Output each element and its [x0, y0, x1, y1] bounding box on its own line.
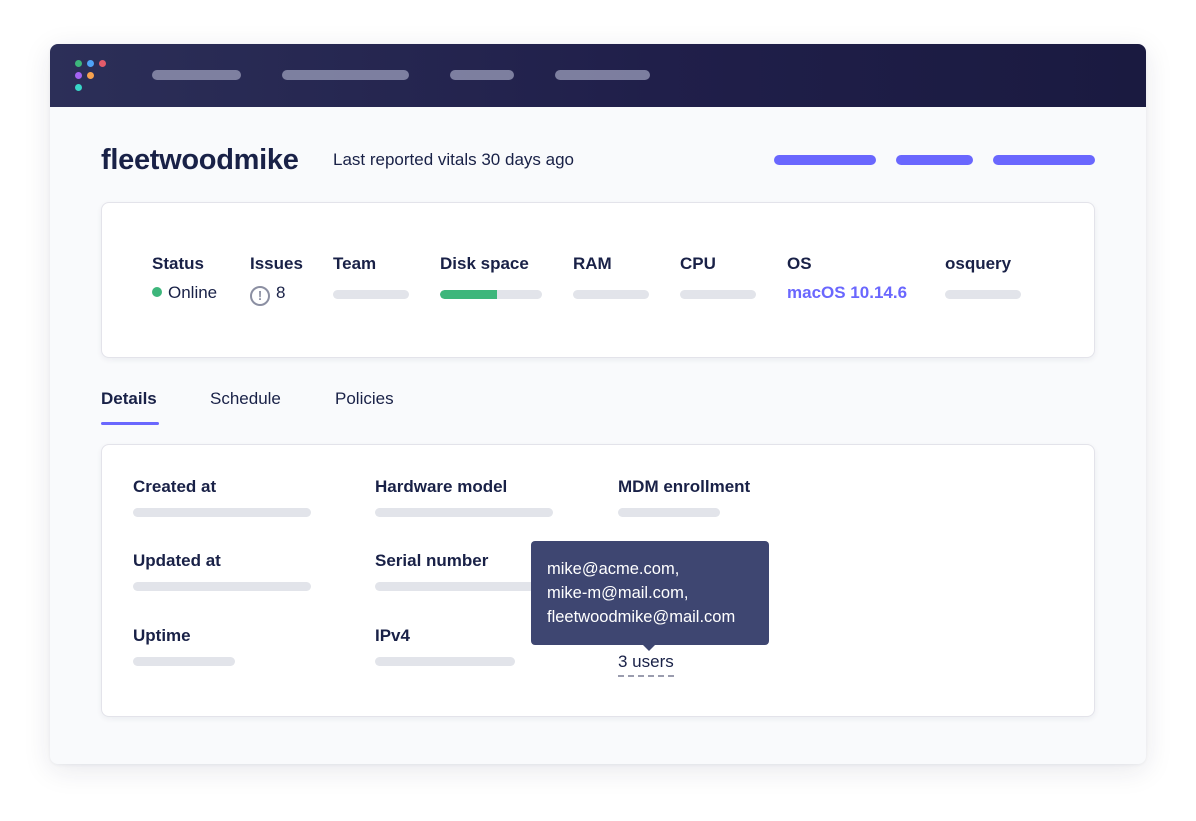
ram-value-placeholder: [573, 290, 649, 299]
top-navigation-bar: [50, 44, 1146, 107]
disk-space-label: Disk space: [440, 254, 529, 273]
mdm-enrollment-label: MDM enrollment: [618, 477, 751, 496]
nav-item-1-placeholder[interactable]: [152, 70, 241, 80]
hardware-model-value-placeholder: [375, 508, 553, 517]
tooltip-arrow: [642, 644, 656, 651]
mdm-enrollment-value-placeholder: [618, 508, 720, 517]
disk-space-fill: [440, 290, 498, 299]
issues-label: Issues: [250, 254, 303, 273]
ipv4-label: IPv4: [375, 626, 410, 645]
serial-number-label: Serial number: [375, 551, 489, 570]
os-version-link[interactable]: macOS 10.14.6: [787, 283, 907, 303]
vitals-card: [101, 202, 1095, 358]
disk-space-bar: [440, 290, 542, 299]
status-dot-icon: [152, 287, 162, 297]
host-name-title: fleetwoodmike: [101, 144, 299, 176]
users-tooltip: mike@acme.com, mike-m@mail.com, fleetwoo…: [531, 541, 769, 645]
updated-at-label: Updated at: [133, 551, 221, 570]
ram-label: RAM: [573, 254, 612, 273]
active-tab-indicator: [101, 422, 159, 425]
ipv4-value-placeholder: [375, 657, 515, 666]
osquery-value-placeholder: [945, 290, 1021, 299]
nav-item-3-placeholder[interactable]: [450, 70, 514, 80]
fleet-logo-icon[interactable]: [75, 60, 107, 92]
action-button-3-placeholder[interactable]: [993, 155, 1095, 165]
tab-schedule[interactable]: Schedule: [210, 389, 281, 409]
uptime-label: Uptime: [133, 626, 191, 645]
cpu-value-placeholder: [680, 290, 756, 299]
team-label: Team: [333, 254, 377, 273]
status-text: Online: [168, 283, 218, 302]
tooltip-email-1: mike@acme.com,: [547, 560, 680, 578]
issues-value[interactable]: ! 8: [250, 283, 285, 306]
tab-details[interactable]: Details: [101, 389, 157, 409]
cpu-label: CPU: [680, 254, 716, 273]
uptime-value-placeholder: [133, 657, 235, 666]
action-button-2-placeholder[interactable]: [896, 155, 973, 165]
users-count-link[interactable]: 3 users: [618, 652, 674, 677]
team-value-placeholder: [333, 290, 409, 299]
updated-at-value-placeholder: [133, 582, 311, 591]
issues-count: 8: [276, 283, 286, 302]
tab-policies[interactable]: Policies: [335, 389, 394, 409]
status-value: Online: [152, 283, 217, 303]
action-button-1-placeholder[interactable]: [774, 155, 876, 165]
osquery-label: osquery: [945, 254, 1012, 273]
hardware-model-label: Hardware model: [375, 477, 508, 496]
tooltip-email-3: fleetwoodmike@mail.com: [547, 608, 736, 626]
nav-item-2-placeholder[interactable]: [282, 70, 409, 80]
tooltip-email-2: mike-m@mail.com,: [547, 584, 689, 602]
serial-number-value-placeholder: [375, 582, 553, 591]
os-label: OS: [787, 254, 812, 273]
created-at-label: Created at: [133, 477, 217, 496]
alert-circle-icon: !: [250, 286, 270, 306]
nav-item-4-placeholder[interactable]: [555, 70, 650, 80]
last-reported-text: Last reported vitals 30 days ago: [333, 150, 574, 169]
created-at-value-placeholder: [133, 508, 311, 517]
app-window: fleetwoodmike Last reported vitals 30 da…: [50, 44, 1146, 764]
status-label: Status: [152, 254, 204, 273]
